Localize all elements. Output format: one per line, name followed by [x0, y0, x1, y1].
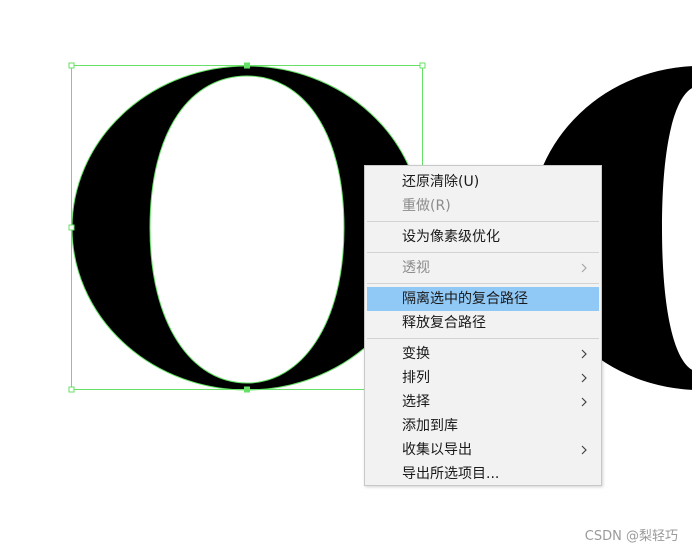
chevron-right-icon	[579, 342, 589, 366]
menu-separator	[367, 283, 599, 284]
menu-item-label: 排列	[402, 370, 430, 386]
handle-top-center[interactable]	[244, 62, 250, 69]
menu-item-label: 导出所选项目...	[402, 466, 500, 482]
handle-top-left[interactable]	[68, 62, 75, 69]
menu-item-pixel-optimize[interactable]: 设为像素级优化	[367, 225, 599, 249]
chevron-right-icon	[579, 390, 589, 414]
menu-item-label: 透视	[402, 260, 430, 276]
menu-item-label: 变换	[402, 346, 430, 362]
handle-top-right[interactable]	[419, 62, 426, 69]
handle-middle-left[interactable]	[68, 224, 75, 231]
handle-bottom-left[interactable]	[68, 386, 75, 393]
menu-item-label: 添加到库	[402, 418, 458, 434]
menu-item-release-compound-path[interactable]: 释放复合路径	[367, 311, 599, 335]
handle-bottom-center[interactable]	[244, 386, 250, 393]
chevron-right-icon	[579, 256, 589, 280]
context-menu: 还原清除(U) 重做(R) 设为像素级优化 透视 隔离选中的复合路径 释放复合路…	[364, 165, 602, 486]
menu-item-arrange[interactable]: 排列	[367, 366, 599, 390]
menu-separator	[367, 338, 599, 339]
menu-item-label: 收集以导出	[402, 442, 472, 458]
menu-separator	[367, 221, 599, 222]
chevron-right-icon	[579, 366, 589, 390]
artboard-canvas[interactable]: 还原清除(U) 重做(R) 设为像素级优化 透视 隔离选中的复合路径 释放复合路…	[0, 0, 692, 554]
chevron-right-icon	[579, 438, 589, 462]
menu-item-export-selection[interactable]: 导出所选项目...	[367, 462, 599, 486]
menu-item-label: 释放复合路径	[402, 315, 486, 331]
menu-item-undo-clear[interactable]: 还原清除(U)	[367, 170, 599, 194]
menu-item-perspective[interactable]: 透视	[367, 256, 599, 280]
menu-item-label: 选择	[402, 394, 430, 410]
menu-item-label: 设为像素级优化	[402, 229, 500, 245]
menu-item-isolate-compound-path[interactable]: 隔离选中的复合路径	[367, 287, 599, 311]
menu-item-redo[interactable]: 重做(R)	[367, 194, 599, 218]
menu-item-transform[interactable]: 变换	[367, 342, 599, 366]
menu-item-label: 还原清除(U)	[402, 174, 480, 190]
menu-item-label: 重做(R)	[402, 198, 451, 214]
menu-separator	[367, 252, 599, 253]
menu-item-label: 隔离选中的复合路径	[402, 291, 528, 307]
menu-item-collect-for-export[interactable]: 收集以导出	[367, 438, 599, 462]
menu-item-select[interactable]: 选择	[367, 390, 599, 414]
watermark-text: CSDN @梨轻巧	[584, 529, 678, 544]
menu-item-add-to-library[interactable]: 添加到库	[367, 414, 599, 438]
